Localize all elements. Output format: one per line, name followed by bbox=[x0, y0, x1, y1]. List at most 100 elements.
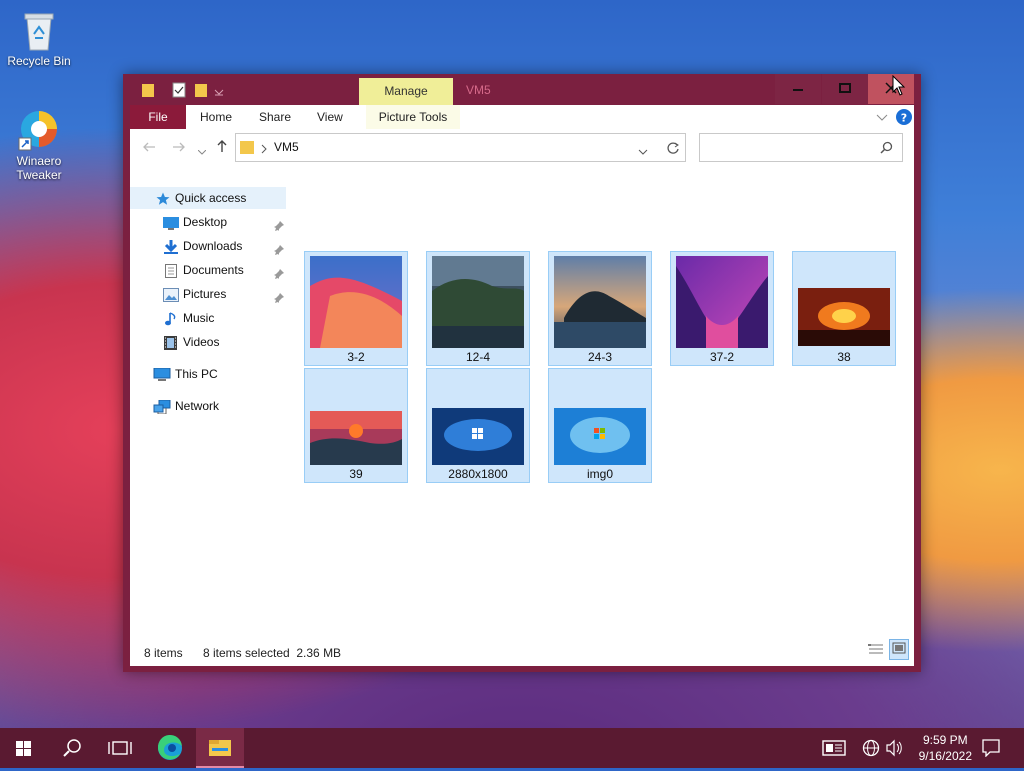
file-tile-39[interactable]: 39 bbox=[304, 368, 408, 483]
image-thumbnail bbox=[310, 373, 402, 465]
nav-this-pc[interactable]: This PC bbox=[130, 363, 286, 385]
address-row: VM5 bbox=[130, 129, 914, 176]
ribbon-tabs: File Home Share View Picture Tools ? bbox=[130, 105, 914, 129]
taskbar: 9:59 PM 9/16/2022 bbox=[0, 728, 1024, 768]
nav-label: Documents bbox=[183, 263, 244, 277]
content-area: Quick access Desktop Downloads Documents bbox=[130, 176, 914, 666]
minimize-button[interactable] bbox=[775, 74, 821, 104]
nav-label: Quick access bbox=[175, 191, 247, 205]
news-widget-icon[interactable] bbox=[822, 740, 846, 759]
nav-videos[interactable]: Videos bbox=[130, 331, 286, 353]
network-globe-icon[interactable] bbox=[862, 739, 880, 760]
customize-qat-icon[interactable] bbox=[214, 86, 224, 100]
status-item-count: 8 items bbox=[144, 646, 183, 660]
status-selection: 8 items selected 2.36 MB bbox=[203, 646, 342, 660]
winaero-tweaker-icon bbox=[17, 108, 61, 152]
file-tile-12-4[interactable]: 12-4 bbox=[426, 251, 530, 366]
folder-icon bbox=[141, 82, 155, 101]
system-clock[interactable]: 9:59 PM 9/16/2022 bbox=[919, 732, 972, 764]
file-name: 24-3 bbox=[587, 350, 613, 364]
nav-label: Pictures bbox=[183, 287, 227, 301]
recycle-bin-icon bbox=[19, 8, 59, 52]
start-button[interactable] bbox=[0, 728, 48, 768]
file-name: 39 bbox=[349, 467, 363, 481]
file-name: 12-4 bbox=[465, 350, 491, 364]
star-icon bbox=[156, 191, 170, 213]
file-tile-37-2[interactable]: 37-2 bbox=[670, 251, 774, 366]
mouse-cursor-icon bbox=[892, 74, 906, 100]
nav-music[interactable]: Music bbox=[130, 307, 286, 329]
nav-quick-access[interactable]: Quick access bbox=[130, 187, 286, 209]
desktop-icon-recycle-bin[interactable]: Recycle Bin bbox=[1, 8, 77, 68]
nav-label: Desktop bbox=[183, 215, 228, 229]
image-thumbnail bbox=[554, 373, 646, 465]
up-icon[interactable] bbox=[216, 139, 228, 156]
help-icon[interactable]: ? bbox=[896, 109, 912, 128]
file-tile-24-3[interactable]: 24-3 bbox=[548, 251, 652, 366]
nav-documents[interactable]: Documents bbox=[130, 259, 286, 281]
desktop-icon bbox=[163, 215, 179, 237]
tab-share[interactable]: Share bbox=[259, 105, 291, 129]
nav-label: Videos bbox=[183, 335, 220, 349]
large-icons-view-icon[interactable] bbox=[889, 639, 909, 660]
volume-icon[interactable] bbox=[885, 739, 903, 760]
nav-network[interactable]: Network bbox=[130, 395, 286, 417]
computer-icon bbox=[153, 367, 171, 389]
back-icon[interactable] bbox=[142, 141, 156, 156]
download-icon bbox=[164, 239, 178, 261]
file-name: 37-2 bbox=[709, 350, 735, 364]
desktop-icon-label: Winaero Tweaker bbox=[16, 154, 62, 182]
new-folder-icon[interactable] bbox=[194, 82, 208, 101]
recent-locations-icon[interactable] bbox=[197, 145, 207, 159]
edge-taskbar-button[interactable] bbox=[146, 728, 194, 768]
notification-center-icon[interactable] bbox=[982, 739, 1000, 760]
svg-text:?: ? bbox=[901, 112, 907, 125]
details-view-icon[interactable] bbox=[867, 641, 885, 660]
search-button[interactable] bbox=[48, 728, 96, 768]
file-tile-img0[interactable]: img0 bbox=[548, 368, 652, 483]
forward-icon[interactable] bbox=[172, 141, 186, 156]
image-thumbnail bbox=[432, 373, 524, 465]
tab-picture-tools[interactable]: Picture Tools bbox=[366, 105, 460, 129]
desktop-icon-label: Recycle Bin bbox=[7, 54, 71, 68]
file-explorer-window: Manage VM5 File Home Share View Picture … bbox=[123, 74, 921, 672]
title-bar[interactable]: Manage VM5 bbox=[123, 74, 921, 105]
search-input[interactable] bbox=[704, 138, 878, 159]
nav-downloads[interactable]: Downloads bbox=[130, 235, 286, 257]
file-name: 3-2 bbox=[347, 350, 365, 364]
file-tile-3-2[interactable]: 3-2 bbox=[304, 251, 408, 366]
file-tile-2880x1800[interactable]: 2880x1800 bbox=[426, 368, 530, 483]
nav-label: Music bbox=[183, 311, 215, 325]
search-box[interactable] bbox=[699, 133, 903, 162]
chevron-down-icon[interactable] bbox=[638, 145, 648, 159]
image-thumbnail bbox=[310, 256, 402, 348]
file-tile-38[interactable]: 38 bbox=[792, 251, 896, 366]
tab-view[interactable]: View bbox=[317, 105, 343, 129]
nav-label: Downloads bbox=[183, 239, 243, 253]
tab-file[interactable]: File bbox=[130, 105, 186, 129]
task-view-button[interactable] bbox=[96, 728, 144, 768]
image-thumbnail bbox=[798, 256, 890, 348]
search-icon[interactable] bbox=[880, 141, 893, 157]
close-button[interactable] bbox=[868, 74, 914, 104]
video-icon bbox=[164, 335, 177, 357]
address-path[interactable]: VM5 bbox=[274, 140, 299, 154]
desktop-icon-winaero-tweaker[interactable]: Winaero Tweaker bbox=[1, 108, 77, 182]
file-explorer-taskbar-button[interactable] bbox=[196, 728, 244, 768]
address-bar[interactable]: VM5 bbox=[235, 133, 686, 162]
network-icon bbox=[153, 399, 171, 421]
music-icon bbox=[165, 311, 177, 333]
image-thumbnail bbox=[676, 256, 768, 348]
folder-icon bbox=[240, 140, 254, 159]
nav-pictures[interactable]: Pictures bbox=[130, 283, 286, 305]
document-icon bbox=[165, 263, 177, 285]
chevron-right-icon bbox=[261, 143, 267, 157]
nav-desktop[interactable]: Desktop bbox=[130, 211, 286, 233]
clock-date: 9/16/2022 bbox=[918, 749, 972, 763]
refresh-icon[interactable] bbox=[666, 141, 680, 158]
maximize-button[interactable] bbox=[822, 74, 868, 104]
manage-tab[interactable]: Manage bbox=[359, 78, 453, 105]
tab-home[interactable]: Home bbox=[200, 105, 232, 129]
expand-ribbon-icon[interactable] bbox=[876, 111, 888, 125]
properties-icon[interactable] bbox=[172, 82, 186, 101]
